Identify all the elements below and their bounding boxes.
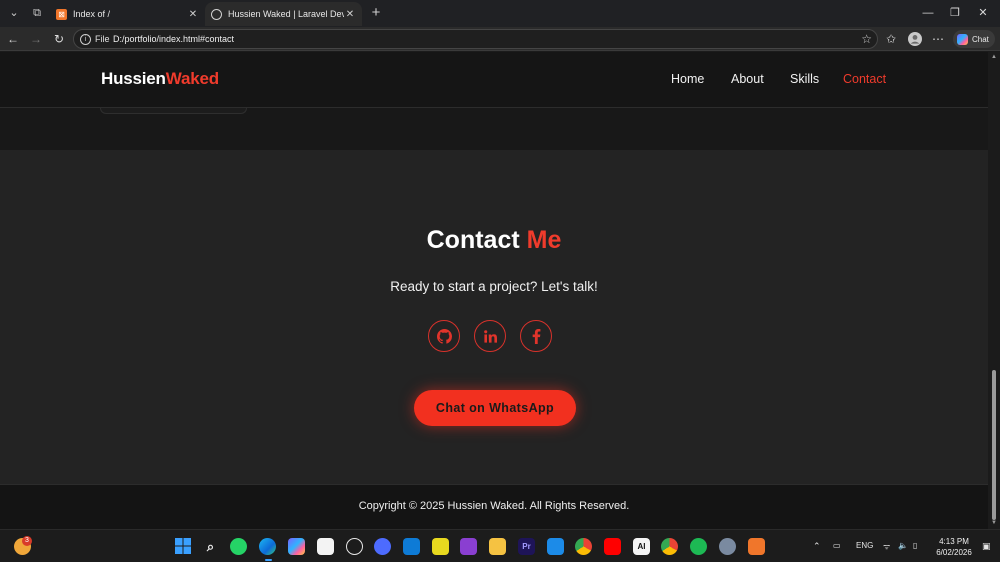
clock-time: 4:13 PM — [939, 537, 969, 546]
file-explorer-icon[interactable] — [489, 538, 506, 555]
address-scheme-label: File — [95, 34, 110, 44]
close-tab-icon[interactable]: ✕ — [344, 9, 356, 20]
copilot-app-icon[interactable] — [288, 538, 305, 555]
facebook-icon — [532, 328, 540, 344]
nav-contact[interactable]: Contact — [843, 72, 886, 86]
favorite-star-icon[interactable]: ☆ — [861, 32, 872, 46]
refresh-icon[interactable]: ↻ — [50, 30, 68, 48]
nav-about[interactable]: About — [731, 72, 764, 86]
tab-list-chevron-icon[interactable]: ⌄ — [4, 4, 24, 22]
address-url[interactable]: D:/portfolio/index.html#contact — [113, 34, 234, 44]
deepseek-app-icon[interactable] — [374, 538, 391, 555]
browser-toolbar: ← → ↻ i File D:/portfolio/index.html#con… — [0, 27, 1000, 51]
contact-subtitle: Ready to start a project? Let's talk! — [390, 279, 598, 294]
tab-title: Index of / — [73, 9, 111, 19]
maximize-icon[interactable]: ❐ — [947, 5, 963, 21]
contact-section: Contact Me Ready to start a project? Let… — [0, 150, 988, 484]
chrome-profile-icon[interactable] — [661, 538, 678, 555]
notification-center-icon[interactable]: ▣ — [982, 541, 991, 552]
contact-title-second: Me — [526, 226, 562, 254]
nav-home[interactable]: Home — [671, 72, 704, 86]
search-icon[interactable]: ⌕ — [202, 538, 219, 555]
site-info-icon[interactable]: i — [80, 34, 91, 45]
spotify-icon[interactable] — [690, 538, 707, 555]
chatgpt-app-icon[interactable] — [346, 538, 363, 555]
contact-title-first: Contact — [426, 226, 520, 254]
windows-taskbar: 3 ⌕ Pr AI ⌃ ▭ ENG ᯤ 🔈 ▯ 4:13 PM 6/02/202… — [0, 529, 1000, 562]
linkedin-link[interactable] — [474, 320, 506, 352]
show-hidden-icons-chevron-icon[interactable]: ⌃ — [813, 541, 821, 552]
github-icon — [436, 328, 452, 344]
address-bar[interactable]: i File D:/portfolio/index.html#contact ☆ — [73, 29, 878, 49]
scrollbar-thumb[interactable] — [992, 370, 996, 520]
workspaces-icon[interactable]: ⧉ — [27, 4, 47, 22]
start-button[interactable] — [174, 538, 191, 555]
scroll-up-icon[interactable]: ▲ — [990, 54, 998, 60]
keyboard-tray-icon[interactable]: ▭ — [833, 541, 841, 550]
xampp-icon[interactable] — [748, 538, 765, 555]
youtube-icon[interactable] — [604, 538, 621, 555]
tab-title: Hussien Waked | Laravel Developer — [228, 9, 344, 19]
clock-date: 6/02/2026 — [936, 548, 972, 557]
xampp-favicon-icon: ⊠ — [56, 8, 67, 20]
contact-title: Contact Me — [0, 226, 988, 255]
chrome-icon[interactable] — [575, 538, 592, 555]
language-indicator[interactable]: ENG — [856, 541, 873, 550]
site-header: HussienWaked Home About Skills Contact — [0, 52, 988, 108]
chat-label: Chat — [972, 34, 989, 44]
site-logo[interactable]: HussienWaked — [101, 69, 219, 89]
app-icon[interactable] — [403, 538, 420, 555]
facebook-link[interactable] — [520, 320, 552, 352]
whatsapp-chat-button[interactable]: Chat on WhatsApp — [414, 390, 576, 426]
close-window-icon[interactable]: ✕ — [975, 5, 991, 21]
back-icon[interactable]: ← — [4, 30, 22, 48]
notification-badge: 3 — [22, 536, 32, 546]
copilot-chat-button[interactable]: Chat — [953, 30, 995, 48]
copyright-text: Copyright © 2025 Hussien Waked. All Righ… — [358, 500, 630, 512]
tab-portfolio[interactable]: Hussien Waked | Laravel Developer ✕ — [205, 2, 362, 26]
minimize-icon[interactable]: — — [920, 5, 936, 21]
site-footer: Copyright © 2025 Hussien Waked. All Righ… — [0, 484, 988, 529]
sticky-app-icon[interactable] — [432, 538, 449, 555]
vscode-icon[interactable] — [547, 538, 564, 555]
taskbar-clock[interactable]: 4:13 PM 6/02/2026 — [930, 536, 978, 558]
linkedin-icon — [483, 329, 497, 343]
github-link[interactable] — [428, 320, 460, 352]
browser-tab-strip: ⌄ ⧉ ⊠ Index of / ✕ Hussien Waked | Larav… — [0, 0, 1000, 27]
new-tab-button[interactable]: + — [366, 4, 386, 22]
forward-icon[interactable]: → — [27, 30, 45, 48]
logo-first-name: Hussien — [101, 69, 166, 88]
premiere-pro-icon[interactable]: Pr — [518, 538, 535, 555]
whatsapp-app-icon[interactable] — [230, 538, 247, 555]
visual-studio-icon[interactable] — [460, 538, 477, 555]
more-options-icon[interactable]: ⋯ — [929, 30, 947, 48]
store-app-icon[interactable] — [317, 538, 334, 555]
edge-browser-icon[interactable] — [259, 538, 276, 555]
ai-app-icon[interactable]: AI — [633, 538, 650, 555]
favorites-icon[interactable]: ✩ — [882, 30, 900, 48]
logo-last-name: Waked — [165, 69, 219, 88]
profile-avatar-icon[interactable] — [906, 30, 924, 48]
active-app-indicator — [265, 559, 272, 561]
nav-skills[interactable]: Skills — [790, 72, 819, 86]
settings-gear-icon[interactable] — [719, 538, 736, 555]
wifi-icon[interactable]: ᯤ — [883, 541, 890, 552]
battery-icon[interactable]: ▯ — [913, 541, 917, 550]
scroll-down-icon[interactable]: ▼ — [990, 520, 998, 526]
close-tab-icon[interactable]: ✕ — [187, 9, 199, 20]
page-scrollbar[interactable]: ▲ ▼ — [988, 52, 1000, 529]
copilot-icon — [957, 33, 968, 45]
volume-icon[interactable]: 🔈 — [898, 541, 908, 550]
tab-index-of[interactable]: ⊠ Index of / ✕ — [50, 2, 205, 26]
globe-favicon-icon — [211, 8, 222, 20]
page-viewport: HussienWaked Home About Skills Contact C… — [0, 52, 988, 529]
